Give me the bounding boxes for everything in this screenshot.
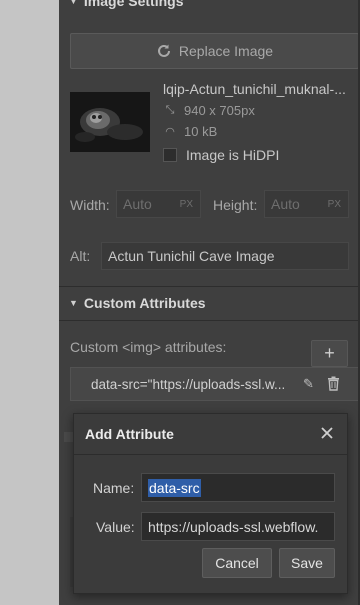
add-attribute-button[interactable]: + [311, 340, 348, 367]
gauge-icon: ◠ [165, 126, 175, 138]
replace-image-label: Replace Image [178, 43, 274, 59]
replace-image-button[interactable]: Replace Image [70, 33, 359, 69]
attribute-item[interactable]: data-src="https://uploads-ssl.w... ✎ [70, 367, 359, 401]
hidpi-checkbox[interactable] [163, 148, 177, 162]
save-button[interactable]: Save [279, 548, 335, 578]
hidpi-label: Image is HiDPI [186, 147, 280, 163]
image-settings-title: Image Settings [83, 0, 184, 9]
hidpi-option[interactable]: Image is HiDPI [163, 147, 279, 163]
value-label: Value: [96, 519, 135, 535]
width-label: Width: [70, 197, 110, 213]
pencil-icon[interactable]: ✎ [303, 376, 314, 392]
add-attribute-dialog: Add Attribute Name: data-src Value: http… [73, 413, 348, 594]
close-icon[interactable] [319, 425, 335, 441]
save-label: Save [291, 555, 323, 571]
refresh-icon [157, 44, 170, 57]
image-thumbnail [70, 92, 150, 152]
alt-label: Alt: [70, 248, 91, 264]
collapse-triangle-icon: ▼ [69, 0, 78, 6]
image-dimensions-row: ⤡ 940 x 705px [163, 103, 255, 118]
cancel-button[interactable]: Cancel [202, 548, 272, 578]
width-placeholder: Auto [123, 196, 152, 212]
alt-input[interactable]: Actun Tunichil Cave Image [101, 242, 349, 270]
dialog-divider [74, 454, 347, 455]
height-input[interactable]: Auto PX [264, 190, 349, 218]
width-input[interactable]: Auto PX [116, 190, 201, 218]
alt-value: Actun Tunichil Cave Image [108, 248, 275, 264]
custom-attributes-header[interactable]: ▼ Custom Attributes [59, 286, 360, 320]
resize-icon: ⤡ [165, 104, 175, 116]
canvas-overlay [0, 0, 59, 605]
image-filesize: 10 kB [184, 124, 218, 139]
width-unit: PX [179, 198, 193, 210]
cancel-label: Cancel [215, 555, 259, 571]
name-input[interactable]: data-src [141, 473, 335, 502]
custom-attributes-title: Custom Attributes [83, 295, 206, 311]
trash-icon[interactable] [327, 376, 340, 391]
collapse-triangle-icon: ▼ [69, 298, 78, 308]
name-label: Name: [93, 480, 135, 496]
plus-icon: + [324, 343, 335, 363]
value-value: https://uploads-ssl.webflow. [148, 518, 319, 535]
image-filesize-row: ◠ 10 kB [163, 124, 217, 139]
image-settings-header[interactable]: ▼ Image Settings [59, 0, 360, 18]
image-dimensions: 940 x 705px [184, 103, 255, 118]
height-unit: PX [327, 198, 341, 210]
value-input[interactable]: https://uploads-ssl.webflow. [141, 512, 335, 541]
attribute-text: data-src="https://uploads-ssl.w... [91, 376, 286, 392]
image-filename: lqip-Actun_tunichil_muknal-... [163, 81, 346, 97]
custom-attributes-label: Custom <img> attributes: [70, 339, 227, 355]
height-placeholder: Auto [271, 196, 300, 212]
name-value: data-src [148, 478, 201, 497]
height-label: Height: [213, 197, 258, 213]
section-divider [59, 320, 360, 321]
dialog-title: Add Attribute [85, 426, 174, 442]
